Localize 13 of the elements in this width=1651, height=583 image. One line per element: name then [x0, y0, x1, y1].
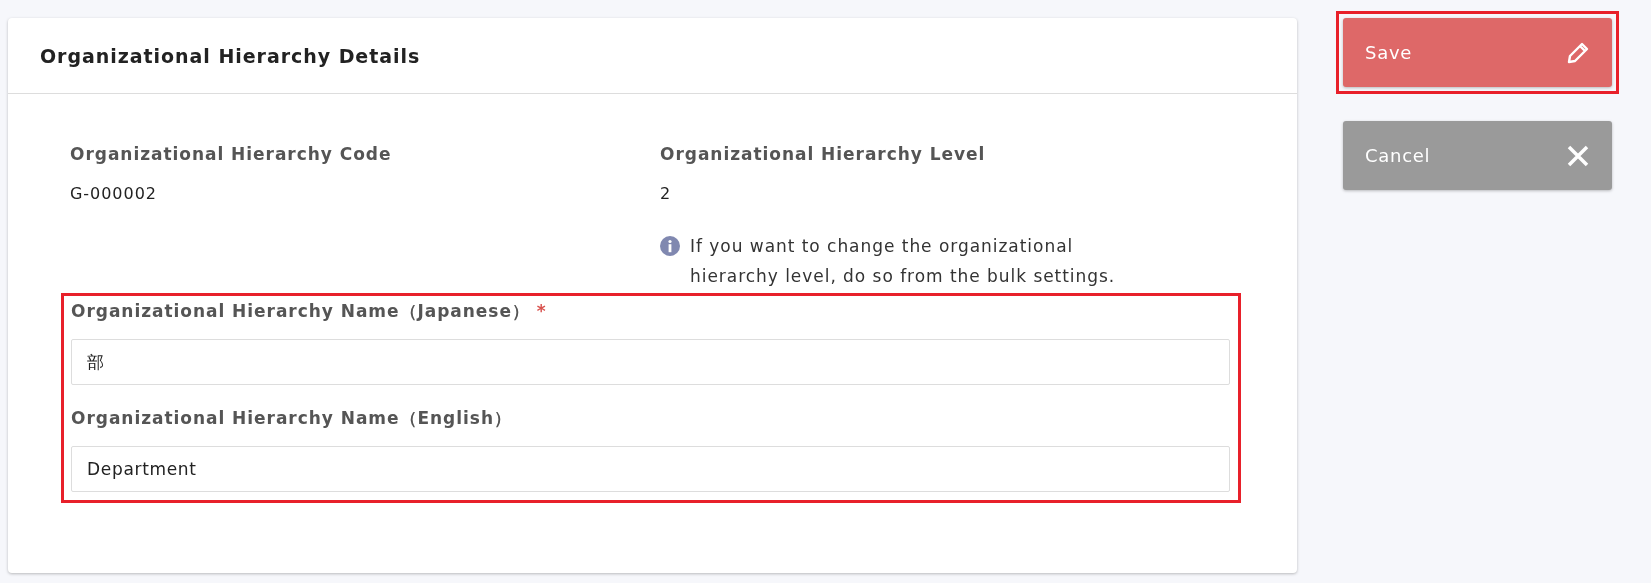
card-title: Organizational Hierarchy Details	[40, 44, 421, 67]
field-label: Organizational Hierarchy Name（Japanese） *	[71, 300, 548, 323]
field-label: Organizational Hierarchy Level	[660, 144, 987, 164]
field-label: Organizational Hierarchy Code	[70, 144, 393, 164]
close-icon	[1566, 143, 1590, 168]
field-label: Organizational Hierarchy Name（English）	[71, 407, 513, 430]
text-field[interactable]: 部	[71, 339, 1230, 385]
field-value: 2	[660, 184, 673, 203]
info-note: If you want to change the organizational hierarchy level, do so from the bulk settings.	[690, 235, 1117, 288]
pencil-icon	[1566, 40, 1590, 65]
info-icon	[660, 236, 680, 256]
text-field[interactable]: Department	[71, 446, 1230, 492]
field-value: G-000002	[70, 184, 158, 203]
